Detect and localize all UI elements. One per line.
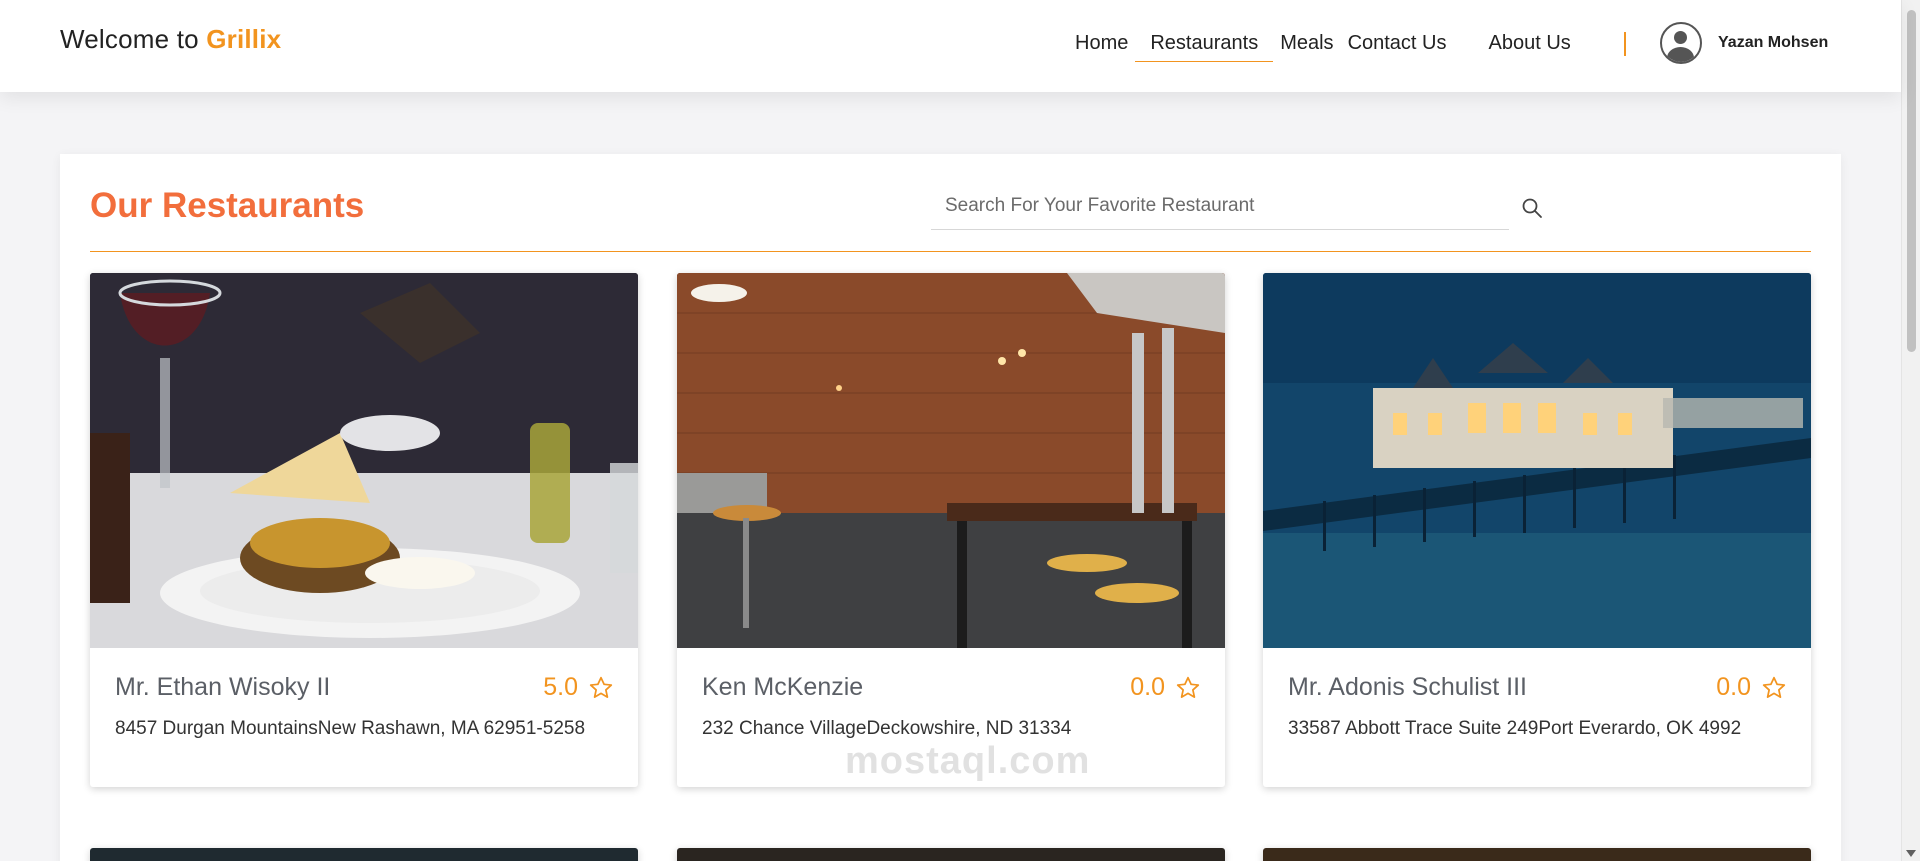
user-menu[interactable]: Yazan Mohsen: [1660, 22, 1828, 64]
brand-title[interactable]: Welcome to Grillix: [60, 24, 281, 55]
restaurant-address: 232 Chance VillageDeckowshire, ND 31334: [702, 718, 1072, 739]
restaurant-name[interactable]: Mr. Ethan Wisoky II: [115, 673, 330, 702]
star-outline-icon[interactable]: [1175, 675, 1201, 701]
restaurant-card-partial[interactable]: [1263, 848, 1811, 861]
star-outline-icon[interactable]: [588, 675, 614, 701]
restaurant-rating: 0.0: [1716, 673, 1787, 702]
restaurant-name[interactable]: Ken McKenzie: [702, 673, 863, 702]
restaurant-rating: 0.0: [1130, 673, 1201, 702]
restaurant-card[interactable]: Mr. Ethan Wisoky II 5.0 8457 Durgan Moun…: [90, 273, 638, 787]
nav-about-us[interactable]: About Us: [1482, 30, 1578, 61]
star-outline-icon[interactable]: [1761, 675, 1787, 701]
nav-divider: [1624, 32, 1626, 56]
page-scrollbar[interactable]: [1901, 0, 1920, 861]
nav-restaurants[interactable]: Restaurants: [1135, 30, 1274, 62]
main-nav: Home Restaurants Meals Contact Us About …: [1068, 30, 1578, 62]
nav-home[interactable]: Home: [1068, 30, 1135, 61]
scroll-down-arrow-icon[interactable]: [1906, 850, 1916, 857]
restaurant-image[interactable]: [677, 273, 1225, 648]
search-input[interactable]: [931, 182, 1509, 229]
user-avatar-icon[interactable]: [1660, 22, 1702, 64]
restaurant-address: 8457 Durgan MountainsNew Rashawn, MA 629…: [115, 718, 586, 739]
restaurant-image[interactable]: [90, 273, 638, 648]
nav-meals[interactable]: Meals: [1273, 30, 1340, 61]
restaurant-card[interactable]: Mr. Adonis Schulist III 0.0 33587 Abbott…: [1263, 273, 1811, 787]
user-name[interactable]: Yazan Mohsen: [1718, 34, 1828, 52]
title-divider: [90, 251, 1811, 252]
top-navbar: Welcome to Grillix Home Restaurants Meal…: [0, 0, 1901, 92]
restaurant-card[interactable]: Ken McKenzie 0.0 232 Chance VillageDecko…: [677, 273, 1225, 787]
restaurant-card-partial[interactable]: [90, 848, 638, 861]
rating-value: 5.0: [543, 673, 578, 701]
page-title: Our Restaurants: [90, 186, 365, 225]
watermark: mostaql.com: [845, 740, 1091, 782]
scrollbar-thumb[interactable]: [1907, 10, 1916, 352]
brand-prefix: Welcome to: [60, 24, 207, 54]
nav-contact-us[interactable]: Contact Us: [1341, 30, 1454, 61]
restaurant-name[interactable]: Mr. Adonis Schulist III: [1288, 673, 1527, 702]
restaurant-address: 33587 Abbott Trace Suite 249Port Everard…: [1288, 718, 1742, 739]
rating-value: 0.0: [1130, 673, 1165, 701]
restaurant-card-partial[interactable]: [677, 848, 1225, 861]
search-icon[interactable]: [1520, 196, 1544, 220]
brand-name: Grillix: [206, 24, 282, 54]
restaurant-image[interactable]: [1263, 273, 1811, 648]
search-box: [931, 182, 1509, 230]
rating-value: 0.0: [1716, 673, 1751, 701]
restaurant-rating: 5.0: [543, 673, 614, 702]
